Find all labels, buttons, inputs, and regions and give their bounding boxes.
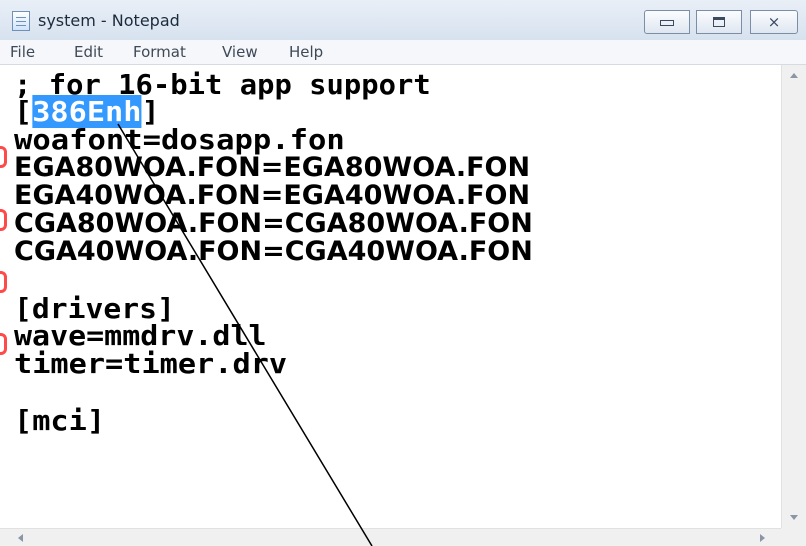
notepad-icon [12, 11, 30, 31]
title-bar[interactable]: system - Notepad × [0, 0, 806, 41]
vertical-scrollbar[interactable] [781, 65, 806, 528]
menu-edit[interactable]: Edit [74, 43, 103, 61]
window-title: system - Notepad [38, 11, 180, 30]
close-icon: × [767, 13, 781, 31]
editor-line: woafont=dosapp.fon [14, 123, 345, 156]
menu-bar: File Edit Format View Help [0, 40, 806, 65]
text-editor[interactable]: ; for 16-bit app support [386Enh] woafon… [0, 65, 781, 528]
editor-line: CGA40WOA.FON=CGA40WOA.FON [14, 236, 533, 267]
editor-line: CGA80WOA.FON=CGA80WOA.FON [14, 208, 533, 239]
scroll-down-icon[interactable] [790, 515, 798, 520]
minimize-button[interactable] [644, 10, 690, 34]
menu-format[interactable]: Format [133, 43, 186, 61]
close-button[interactable]: × [750, 10, 798, 34]
maximize-icon [713, 17, 725, 27]
size-grip[interactable] [781, 528, 806, 546]
editor-line: wave=mmdrv.dll [14, 319, 267, 352]
red-mark [0, 271, 7, 293]
editor-line: EGA80WOA.FON=EGA80WOA.FON [14, 152, 531, 183]
editor-line: EGA40WOA.FON=EGA40WOA.FON [14, 180, 531, 211]
horizontal-scrollbar[interactable] [0, 528, 781, 546]
editor-line-selected: [386Enh] [14, 95, 160, 128]
menu-file[interactable]: File [10, 43, 35, 61]
editor-line: [mci] [14, 404, 106, 437]
minimize-icon [660, 20, 674, 26]
red-mark [0, 333, 7, 355]
maximize-button[interactable] [696, 10, 742, 34]
scroll-right-icon[interactable] [760, 534, 765, 542]
scroll-up-icon[interactable] [790, 73, 798, 78]
scroll-left-icon[interactable] [18, 534, 23, 542]
red-mark [0, 146, 7, 168]
menu-view[interactable]: View [222, 43, 258, 61]
editor-line: timer=timer.drv [14, 347, 288, 380]
menu-help[interactable]: Help [289, 43, 323, 61]
red-mark [0, 209, 7, 231]
